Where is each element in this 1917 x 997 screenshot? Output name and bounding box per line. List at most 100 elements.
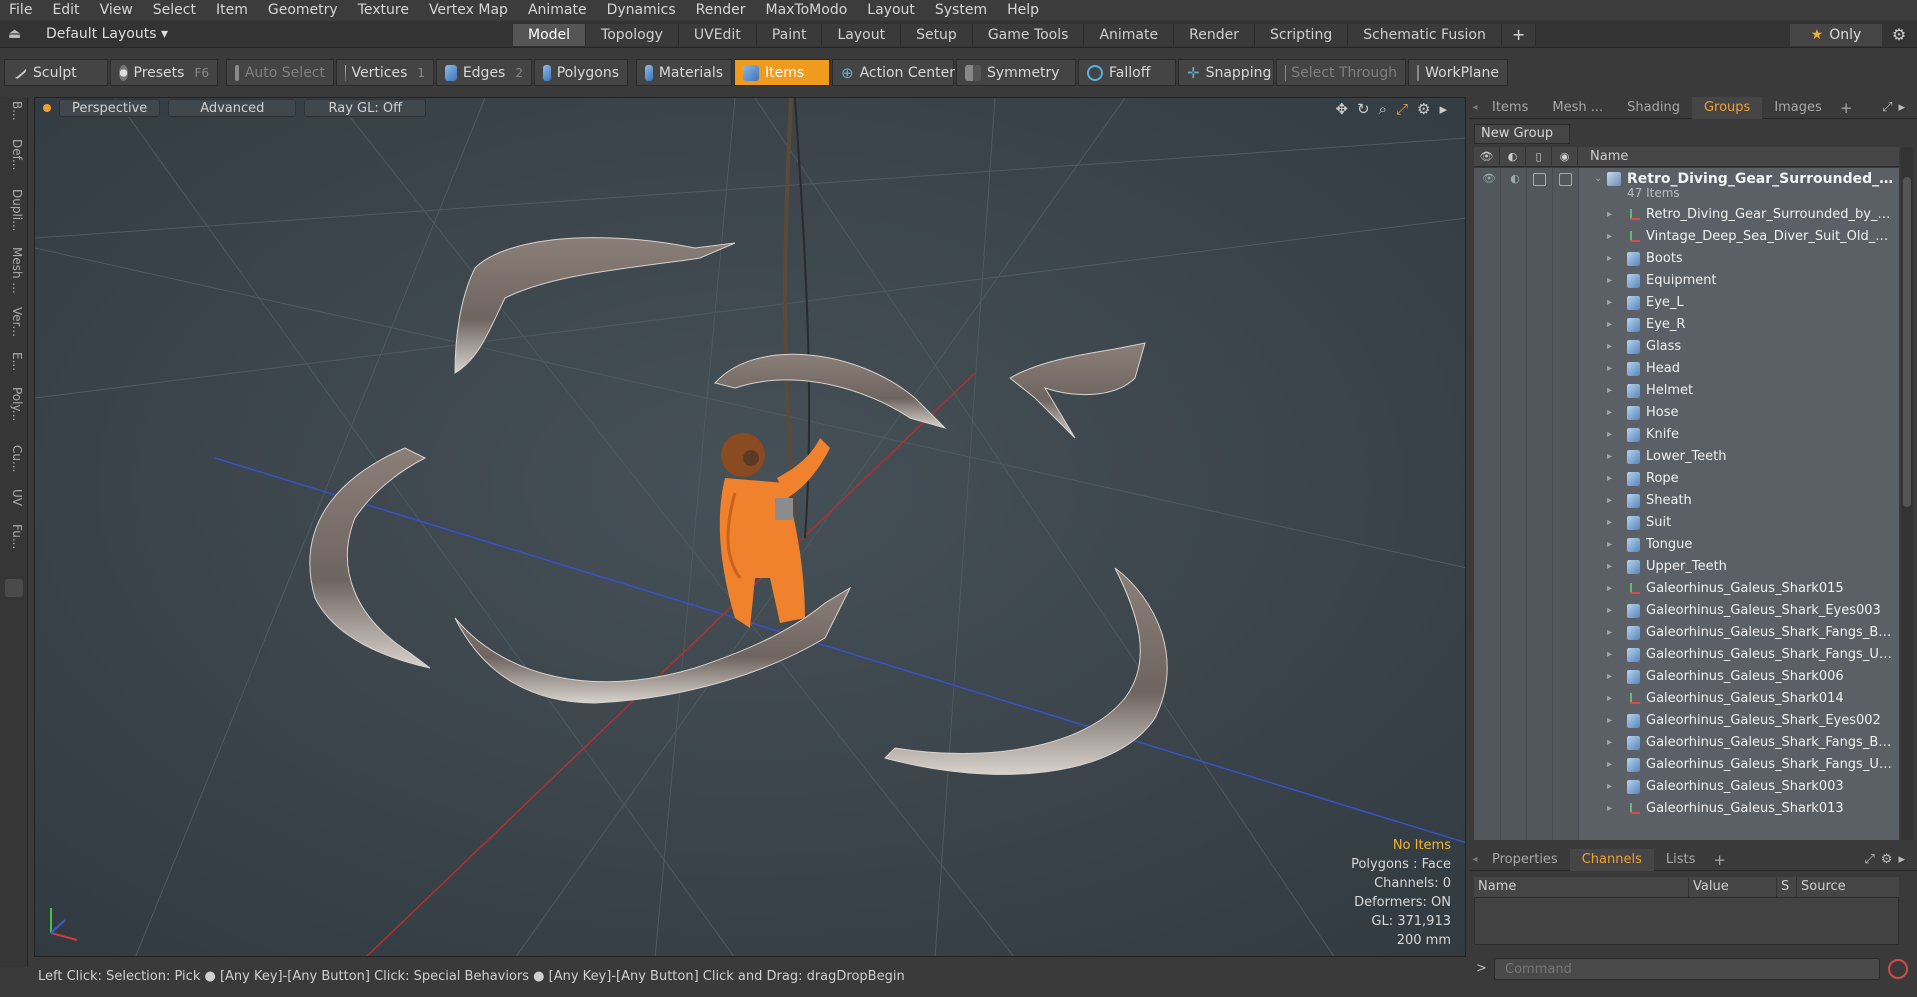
- left-tab-duplicate[interactable]: Dupli...: [4, 189, 24, 232]
- list-item[interactable]: ▸ Galeorhinus_Galeus_Shark013: [1474, 798, 1899, 820]
- list-item[interactable]: ▸ Galeorhinus_Galeus_Shark_Fangs_Up ...: [1474, 644, 1899, 666]
- workplane-button[interactable]: WorkPlane: [1408, 59, 1508, 86]
- tab-model[interactable]: Model: [513, 24, 587, 46]
- menu-view[interactable]: View: [90, 0, 143, 21]
- tree-branch-icon[interactable]: ▸: [1607, 556, 1612, 578]
- tree-branch-icon[interactable]: ▸: [1607, 600, 1612, 622]
- left-strip-toggle[interactable]: [5, 579, 23, 597]
- menu-help[interactable]: Help: [997, 0, 1049, 21]
- list-item[interactable]: ▸ Sheath: [1474, 490, 1899, 512]
- menu-item[interactable]: Item: [206, 0, 258, 21]
- name-column-header[interactable]: Name: [1578, 149, 1628, 164]
- panel-grip-icon[interactable]: ◂: [1470, 102, 1480, 113]
- add-tab-button[interactable]: +: [1501, 24, 1537, 46]
- new-group-button[interactable]: New Group: [1474, 124, 1570, 144]
- action-center-button[interactable]: ⊕ Action Center: [832, 59, 955, 86]
- groups-list[interactable]: 👁 ◐ ⌄ Retro_Diving_Gear_Surrounded_b... 47 I…: [1474, 168, 1899, 840]
- materials-button[interactable]: Materials: [636, 59, 732, 86]
- tab-mesh[interactable]: Mesh ...: [1540, 97, 1615, 119]
- tree-branch-icon[interactable]: ▸: [1607, 490, 1612, 512]
- menu-file[interactable]: File: [0, 0, 42, 21]
- list-item[interactable]: ▸ Galeorhinus_Galeus_Shark_Eyes002: [1474, 710, 1899, 732]
- list-item[interactable]: ▸ Galeorhinus_Galeus_Shark015: [1474, 578, 1899, 600]
- menu-texture[interactable]: Texture: [348, 0, 419, 21]
- menu-vertex-map[interactable]: Vertex Map: [419, 0, 518, 21]
- tab-groups[interactable]: Groups: [1691, 96, 1763, 119]
- tree-branch-icon[interactable]: ▸: [1607, 754, 1612, 776]
- panel-expand-icon[interactable]: ⤢▸: [1882, 97, 1911, 119]
- add-bottom-tab-button[interactable]: +: [1707, 849, 1732, 871]
- home-icon[interactable]: ⏏: [8, 26, 24, 42]
- list-item[interactable]: ▸ Galeorhinus_Galeus_Shark_Fangs_Up ...: [1474, 754, 1899, 776]
- list-item[interactable]: ▸ Lower_Teeth: [1474, 446, 1899, 468]
- list-item[interactable]: ▸ Rope: [1474, 468, 1899, 490]
- tree-branch-icon[interactable]: ▸: [1607, 798, 1612, 820]
- channels-list[interactable]: [1474, 897, 1899, 945]
- tree-branch-icon[interactable]: ▸: [1607, 732, 1612, 754]
- tab-game-tools[interactable]: Game Tools: [972, 24, 1085, 46]
- gear-icon[interactable]: ⚙: [1888, 24, 1910, 46]
- tab-properties[interactable]: Properties: [1480, 849, 1570, 871]
- tree-branch-icon[interactable]: ▸: [1607, 446, 1612, 468]
- layouts-dropdown[interactable]: Default Layouts ▾: [46, 21, 168, 48]
- viewport-menu-dot[interactable]: [43, 104, 51, 112]
- tree-branch-icon[interactable]: ▸: [1607, 468, 1612, 490]
- list-item[interactable]: ▸ Retro_Diving_Gear_Surrounded_by_S...: [1474, 204, 1899, 226]
- tab-animate[interactable]: Animate: [1084, 24, 1175, 46]
- tree-branch-icon[interactable]: ▸: [1607, 204, 1612, 226]
- sculpt-button[interactable]: Sculpt: [4, 59, 108, 86]
- menu-geometry[interactable]: Geometry: [258, 0, 348, 21]
- auto-select-button[interactable]: Auto Select: [226, 59, 334, 86]
- viewport-settings-icon[interactable]: ⚙: [1417, 100, 1430, 118]
- left-tab-curve[interactable]: Cu...: [4, 445, 24, 472]
- tab-paint[interactable]: Paint: [756, 24, 823, 46]
- zoom-icon[interactable]: ⌕: [1379, 100, 1387, 118]
- channel-s-column[interactable]: S: [1777, 877, 1797, 897]
- lock-column-icon[interactable]: ▯: [1526, 146, 1552, 167]
- left-tab-mesh[interactable]: Mesh ...: [4, 247, 24, 294]
- list-item[interactable]: ▸ Head: [1474, 358, 1899, 380]
- menu-maxtomodo[interactable]: MaxToModo: [756, 0, 858, 21]
- tree-branch-icon[interactable]: ▸: [1607, 688, 1612, 710]
- pan-icon[interactable]: ✥: [1335, 100, 1348, 118]
- only-toggle[interactable]: ★ Only: [1790, 24, 1882, 46]
- menu-animate[interactable]: Animate: [518, 0, 597, 21]
- left-tab-basic[interactable]: B...: [4, 101, 24, 121]
- list-item[interactable]: ▸ Upper_Teeth: [1474, 556, 1899, 578]
- tree-branch-icon[interactable]: ▸: [1607, 776, 1612, 798]
- expand-icon[interactable]: ⌄: [1594, 168, 1602, 190]
- visibility-column-icon[interactable]: 👁: [1474, 146, 1500, 167]
- tab-images[interactable]: Images: [1762, 97, 1834, 119]
- list-item[interactable]: ▸ Boots: [1474, 248, 1899, 270]
- tree-branch-icon[interactable]: ▸: [1607, 314, 1612, 336]
- scrollbar-thumb[interactable]: [1903, 177, 1911, 507]
- list-item[interactable]: ▸ Equipment: [1474, 270, 1899, 292]
- eye-icon[interactable]: 👁: [1482, 172, 1496, 186]
- bottom-grip-icon[interactable]: ◂: [1470, 854, 1480, 865]
- tree-branch-icon[interactable]: ▸: [1607, 226, 1612, 248]
- list-item[interactable]: ▸ Tongue: [1474, 534, 1899, 556]
- tree-branch-icon[interactable]: ▸: [1607, 358, 1612, 380]
- channel-source-column[interactable]: Source: [1797, 877, 1897, 897]
- tree-branch-icon[interactable]: ▸: [1607, 424, 1612, 446]
- lock-checkbox[interactable]: [1533, 173, 1546, 186]
- menu-dynamics[interactable]: Dynamics: [597, 0, 686, 21]
- list-item[interactable]: ▸ Galeorhinus_Galeus_Shark_Eyes003: [1474, 600, 1899, 622]
- list-item[interactable]: ▸ Knife: [1474, 424, 1899, 446]
- channel-value-column[interactable]: Value: [1689, 877, 1777, 897]
- tab-uvedit[interactable]: UVEdit: [678, 24, 757, 46]
- left-tab-deform[interactable]: Def...: [4, 139, 24, 170]
- render-column-icon[interactable]: ◐: [1500, 146, 1526, 167]
- tree-branch-icon[interactable]: ▸: [1607, 402, 1612, 424]
- menu-render[interactable]: Render: [686, 0, 756, 21]
- left-tab-edge[interactable]: E...: [4, 352, 24, 371]
- list-item[interactable]: ▸ Vintage_Deep_Sea_Diver_Suit_Old_S ...: [1474, 226, 1899, 248]
- tab-layout[interactable]: Layout: [822, 24, 902, 46]
- list-item[interactable]: ▸ Hose: [1474, 402, 1899, 424]
- symmetry-button[interactable]: Symmetry: [956, 59, 1076, 86]
- tree-branch-icon[interactable]: ▸: [1607, 622, 1612, 644]
- channel-name-column[interactable]: Name: [1474, 877, 1689, 897]
- view-mode-button[interactable]: Perspective: [59, 99, 161, 117]
- menu-layout[interactable]: Layout: [857, 0, 925, 21]
- list-item[interactable]: ▸ Galeorhinus_Galeus_Shark014: [1474, 688, 1899, 710]
